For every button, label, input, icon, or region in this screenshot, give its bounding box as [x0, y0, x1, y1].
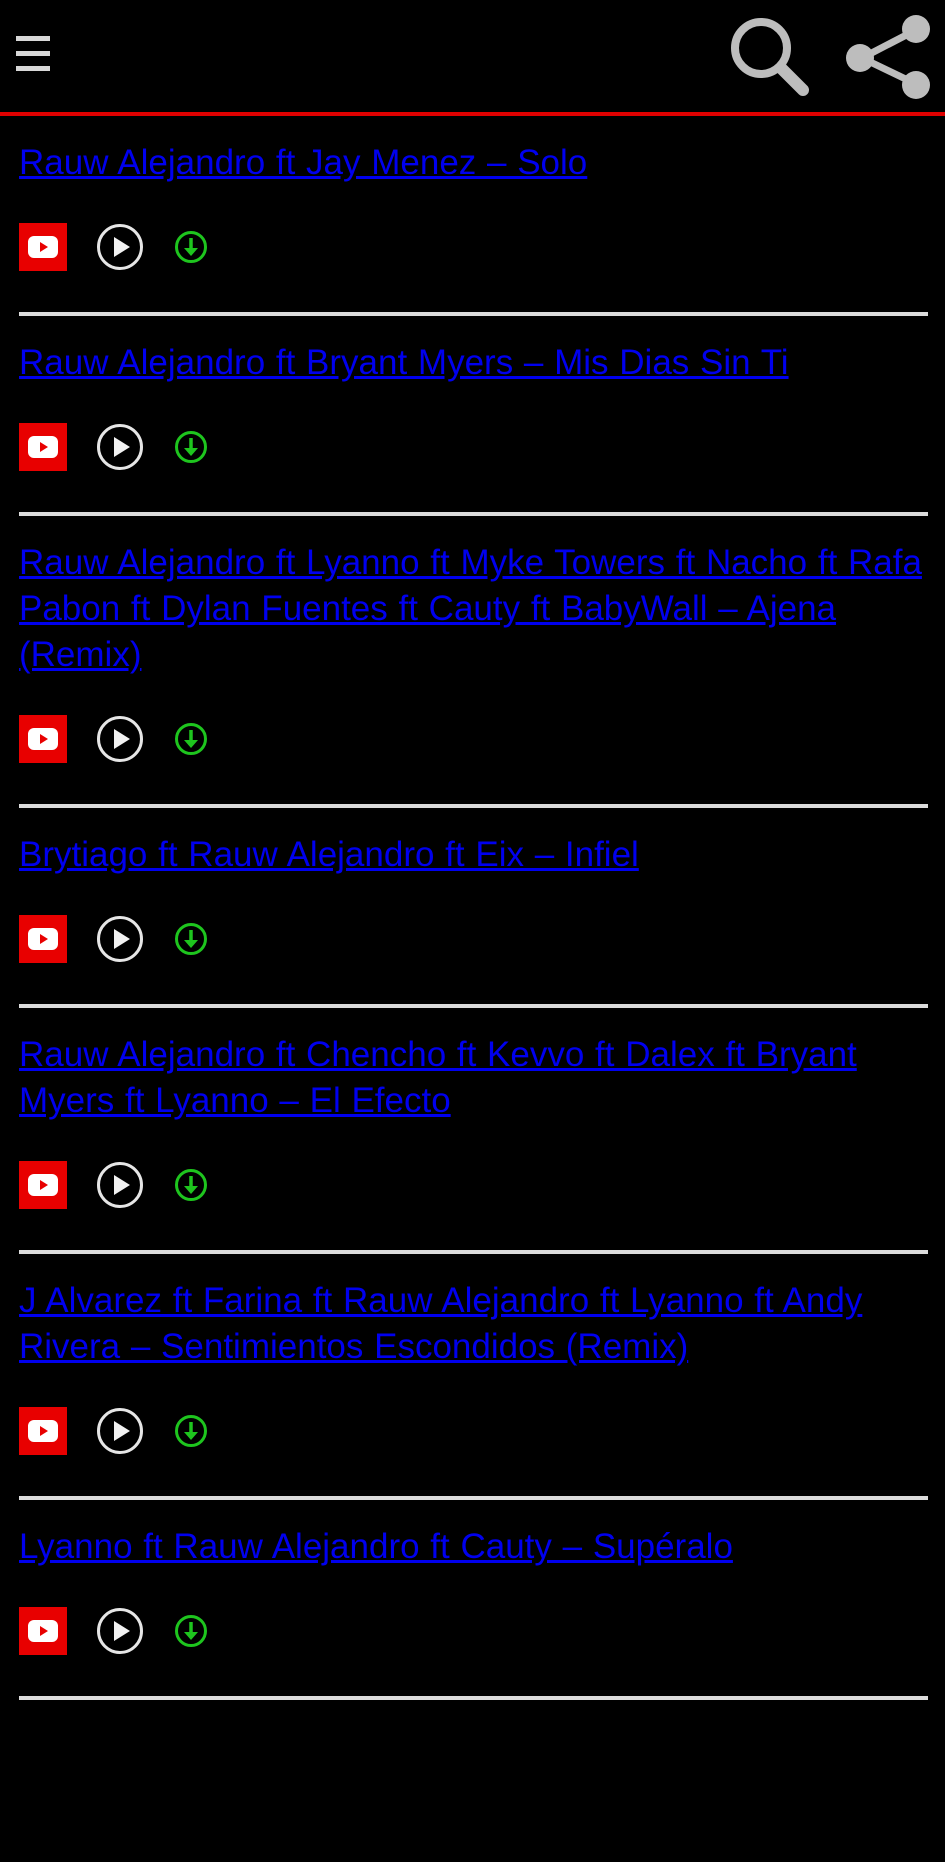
song-actions	[19, 222, 928, 272]
song-item: Rauw Alejandro ft Jay Menez – Solo	[19, 116, 928, 316]
song-item: Rauw Alejandro ft Bryant Myers – Mis Dia…	[19, 316, 928, 516]
song-list: Rauw Alejandro ft Jay Menez – Solo Rauw …	[0, 116, 945, 1700]
youtube-icon	[28, 728, 58, 750]
download-icon[interactable]	[174, 430, 208, 464]
play-icon[interactable]	[96, 423, 144, 471]
play-icon[interactable]	[96, 1161, 144, 1209]
youtube-button[interactable]	[19, 715, 67, 763]
download-icon[interactable]	[174, 230, 208, 264]
youtube-icon	[28, 1420, 58, 1442]
download-icon[interactable]	[174, 1168, 208, 1202]
youtube-button[interactable]	[19, 915, 67, 963]
song-item: J Alvarez ft Farina ft Rauw Alejandro ft…	[19, 1254, 928, 1500]
youtube-button[interactable]	[19, 423, 67, 471]
share-icon[interactable]	[840, 12, 936, 102]
song-title-link[interactable]: Lyanno ft Rauw Alejandro ft Cauty – Supé…	[19, 1524, 928, 1570]
download-icon[interactable]	[174, 1614, 208, 1648]
hamburger-menu-icon[interactable]	[16, 36, 50, 76]
search-icon[interactable]	[725, 12, 815, 102]
play-icon[interactable]	[96, 223, 144, 271]
song-item: Brytiago ft Rauw Alejandro ft Eix – Infi…	[19, 808, 928, 1008]
play-icon[interactable]	[96, 1607, 144, 1655]
youtube-icon	[28, 1174, 58, 1196]
youtube-button[interactable]	[19, 1607, 67, 1655]
song-item: Rauw Alejandro ft Chencho ft Kevvo ft Da…	[19, 1008, 928, 1254]
song-title-link[interactable]: Rauw Alejandro ft Lyanno ft Myke Towers …	[19, 540, 928, 678]
youtube-icon	[28, 1620, 58, 1642]
song-title-link[interactable]: Rauw Alejandro ft Chencho ft Kevvo ft Da…	[19, 1032, 928, 1124]
download-icon[interactable]	[174, 722, 208, 756]
download-icon[interactable]	[174, 1414, 208, 1448]
youtube-button[interactable]	[19, 1407, 67, 1455]
youtube-icon	[28, 928, 58, 950]
song-title-link[interactable]: Rauw Alejandro ft Jay Menez – Solo	[19, 140, 928, 186]
youtube-button[interactable]	[19, 223, 67, 271]
youtube-button[interactable]	[19, 1161, 67, 1209]
song-actions	[19, 422, 928, 472]
song-title-link[interactable]: Brytiago ft Rauw Alejandro ft Eix – Infi…	[19, 832, 928, 878]
song-title-link[interactable]: J Alvarez ft Farina ft Rauw Alejandro ft…	[19, 1278, 928, 1370]
song-actions	[19, 914, 928, 964]
youtube-icon	[28, 436, 58, 458]
song-actions	[19, 714, 928, 764]
song-item: Lyanno ft Rauw Alejandro ft Cauty – Supé…	[19, 1500, 928, 1700]
play-icon[interactable]	[96, 915, 144, 963]
song-title-link[interactable]: Rauw Alejandro ft Bryant Myers – Mis Dia…	[19, 340, 928, 386]
song-actions	[19, 1160, 928, 1210]
song-actions	[19, 1606, 928, 1656]
play-icon[interactable]	[96, 715, 144, 763]
app-header	[0, 0, 945, 116]
download-icon[interactable]	[174, 922, 208, 956]
song-actions	[19, 1406, 928, 1456]
song-item: Rauw Alejandro ft Lyanno ft Myke Towers …	[19, 516, 928, 808]
play-icon[interactable]	[96, 1407, 144, 1455]
youtube-icon	[28, 236, 58, 258]
